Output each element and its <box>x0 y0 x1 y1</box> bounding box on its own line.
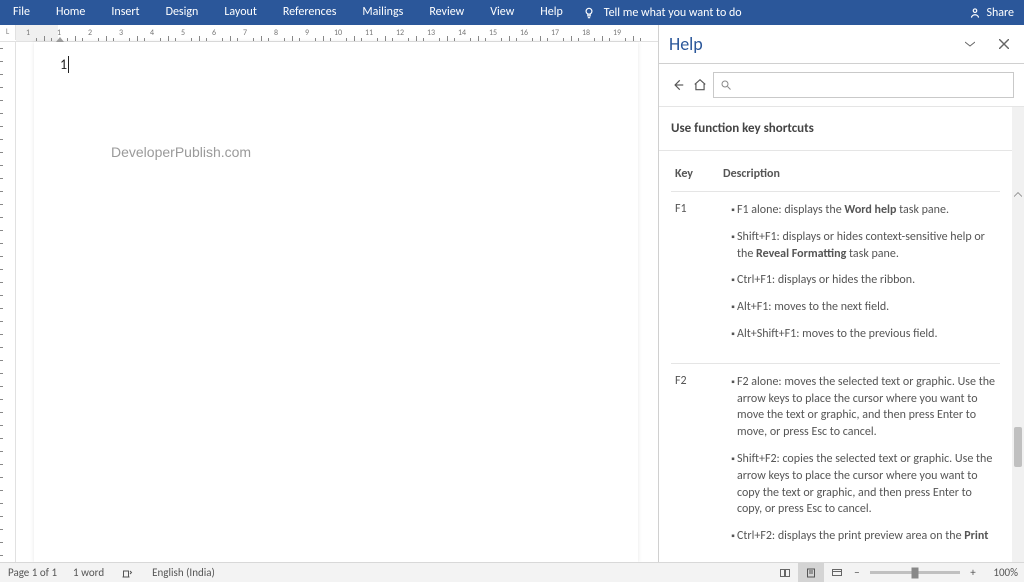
help-toolbar <box>659 64 1024 107</box>
help-header: Help <box>659 25 1024 64</box>
spellcheck-icon[interactable] <box>112 567 142 579</box>
help-pane: Help Use function key <box>658 25 1024 563</box>
list-item: Shift+F2: copies the selected text or gr… <box>737 451 996 518</box>
list-item: Alt+Shift+F1: moves to the previous fiel… <box>737 326 996 343</box>
tab-home[interactable]: Home <box>43 0 98 25</box>
ruler-number: 18 <box>582 28 590 38</box>
scroll-up-icon[interactable] <box>1014 189 1022 201</box>
ruler-corner: L <box>0 25 16 40</box>
key-cell: F2 <box>671 363 719 563</box>
help-article-title: Use function key shortcuts <box>659 107 1012 151</box>
ruler-number: 5 <box>181 28 185 38</box>
ruler-number: 8 <box>274 28 278 38</box>
ruler-number: 13 <box>427 28 435 38</box>
list-item: Ctrl+F2: displays the print preview area… <box>737 528 996 545</box>
scroll-thumb[interactable] <box>1014 427 1022 467</box>
list-item: F1 alone: displays the Word help task pa… <box>737 202 996 219</box>
horizontal-ruler[interactable]: L 112345678910111213141516171819 <box>0 25 658 42</box>
ruler-number: 14 <box>458 28 466 38</box>
tab-review[interactable]: Review <box>416 0 477 25</box>
status-wordcount[interactable]: 1 word <box>65 566 112 579</box>
help-body: Use function key shortcuts Key Descripti… <box>659 107 1024 563</box>
page: 1 <box>34 42 638 563</box>
zoom-out[interactable]: − <box>850 566 864 579</box>
zoom-slider[interactable] <box>870 571 960 574</box>
col-description: Description <box>719 161 1000 192</box>
ruler-number: 3 <box>119 28 123 38</box>
tab-view[interactable]: View <box>477 0 527 25</box>
tab-file[interactable]: File <box>0 0 43 25</box>
ruler-number: 19 <box>613 28 621 38</box>
lightbulb-icon <box>582 6 596 20</box>
tab-references[interactable]: References <box>270 0 350 25</box>
table-row: F2 F2 alone: moves the selected text or g… <box>671 363 1000 563</box>
ruler-number: 1 <box>26 28 30 38</box>
view-web-layout[interactable] <box>824 563 850 582</box>
tell-me-search[interactable]: Tell me what you want to do <box>582 6 742 20</box>
ribbon: File Home Insert Design Layout Reference… <box>0 0 1024 25</box>
document-canvas[interactable]: 1 DeveloperPublish.com <box>16 42 658 563</box>
document-text: 1 <box>60 56 69 73</box>
help-scrollbar[interactable] <box>1012 107 1024 563</box>
tab-design[interactable]: Design <box>153 0 212 25</box>
main: L 112345678910111213141516171819 1 Devel… <box>0 25 1024 563</box>
ruler-number: 4 <box>150 28 154 38</box>
tell-me-label: Tell me what you want to do <box>604 6 742 20</box>
share-icon <box>968 6 982 20</box>
shortcuts-table: Key Description F1 F1 alone: displays the… <box>659 151 1012 563</box>
zoom-in[interactable]: + <box>966 566 980 579</box>
tab-help[interactable]: Help <box>527 0 576 25</box>
ruler-number: 7 <box>243 28 247 38</box>
status-bar: Page 1 of 1 1 word English (India) − + 1… <box>0 562 1024 582</box>
tab-layout[interactable]: Layout <box>211 0 270 25</box>
vertical-ruler[interactable] <box>0 42 16 563</box>
view-read-mode[interactable] <box>772 563 798 582</box>
tab-insert[interactable]: Insert <box>98 0 152 25</box>
ruler-number: 10 <box>334 28 342 38</box>
ruler-number: 15 <box>489 28 497 38</box>
ruler-number: 16 <box>520 28 528 38</box>
help-options-button[interactable] <box>960 34 980 54</box>
watermark: DeveloperPublish.com <box>111 144 251 160</box>
help-title: Help <box>669 33 960 55</box>
ruler-number: 17 <box>551 28 559 38</box>
ruler-number: 2 <box>88 28 92 38</box>
list-item: Ctrl+F1: displays or hides the ribbon. <box>737 272 996 289</box>
share-label: Share <box>986 6 1014 20</box>
ruler-number: 12 <box>396 28 404 38</box>
list-item: Shift+F1: displays or hides context-sens… <box>737 229 996 263</box>
key-cell: F1 <box>671 192 719 363</box>
zoom-knob[interactable] <box>912 567 919 578</box>
page-text[interactable]: 1 <box>60 56 69 73</box>
ruler-number: 11 <box>365 28 373 38</box>
ruler-number: 9 <box>305 28 309 38</box>
help-search[interactable] <box>713 72 1014 98</box>
help-search-input[interactable] <box>732 77 1007 93</box>
status-language[interactable]: English (India) <box>144 566 223 579</box>
status-page[interactable]: Page 1 of 1 <box>0 566 65 579</box>
ruler-number: 6 <box>212 28 216 38</box>
table-row: F1 F1 alone: displays the Word help task … <box>671 192 1000 363</box>
desc-cell: F2 alone: moves the selected text or gra… <box>719 363 1000 563</box>
search-icon <box>720 79 732 91</box>
back-button[interactable] <box>669 76 687 94</box>
list-item: Alt+F1: moves to the next field. <box>737 299 996 316</box>
col-key: Key <box>671 161 719 192</box>
view-print-layout[interactable] <box>798 563 824 582</box>
tab-mailings[interactable]: Mailings <box>349 0 416 25</box>
zoom-percent[interactable]: 100% <box>980 566 1024 579</box>
document-pane: L 112345678910111213141516171819 1 Devel… <box>0 25 658 563</box>
help-close-button[interactable] <box>994 34 1014 54</box>
home-button[interactable] <box>691 76 709 94</box>
share-button[interactable]: Share <box>968 6 1024 20</box>
desc-cell: F1 alone: displays the Word help task pa… <box>719 192 1000 363</box>
list-item: F2 alone: moves the selected text or gra… <box>737 374 996 441</box>
